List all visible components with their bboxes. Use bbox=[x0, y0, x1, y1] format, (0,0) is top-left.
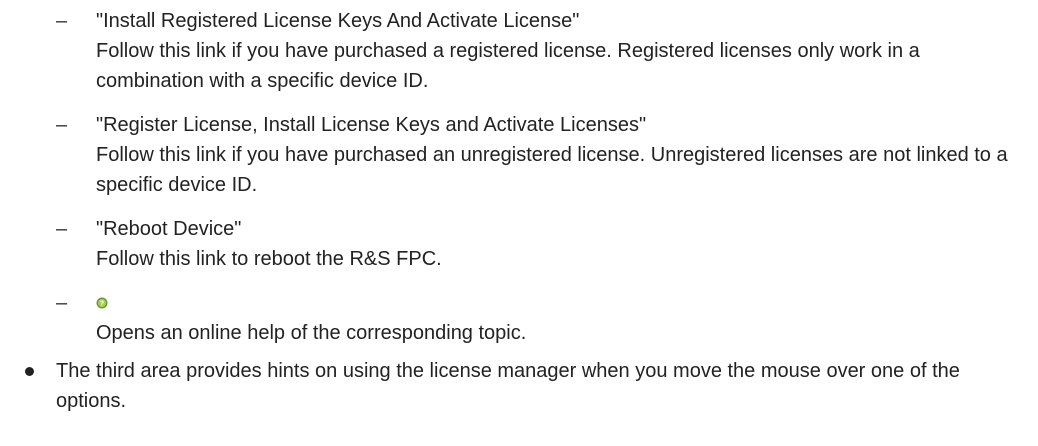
list-item-body: "Install Registered License Keys And Act… bbox=[96, 6, 1026, 96]
dash-marker: – bbox=[56, 10, 68, 32]
link-options-list: – "Install Registered License Keys And A… bbox=[56, 6, 1026, 362]
list-item-body: ? Opens an online help of the correspond… bbox=[96, 288, 1026, 348]
help-icon: ? bbox=[96, 297, 108, 309]
item-title: "Install Registered License Keys And Act… bbox=[96, 10, 580, 32]
bullet-item: The third area provides hints on using t… bbox=[0, 356, 1030, 416]
item-title: "Reboot Device" bbox=[96, 218, 242, 240]
list-item-body: "Reboot Device" Follow this link to rebo… bbox=[96, 214, 1026, 274]
document-page: – "Install Registered License Keys And A… bbox=[0, 0, 1038, 446]
bullet-dot bbox=[25, 367, 34, 376]
list-item: – ? Opens an online help of the correspo… bbox=[56, 288, 1026, 348]
list-item: – "Install Registered License Keys And A… bbox=[56, 6, 1026, 96]
list-item: – "Reboot Device" Follow this link to re… bbox=[56, 214, 1026, 274]
bullet-text: The third area provides hints on using t… bbox=[56, 360, 960, 412]
dash-marker: – bbox=[56, 114, 68, 136]
list-item-body: "Register License, Install License Keys … bbox=[96, 110, 1026, 200]
list-item: – "Register License, Install License Key… bbox=[56, 110, 1026, 200]
svg-text:?: ? bbox=[100, 301, 104, 308]
item-description: Follow this link if you have purchased a… bbox=[96, 144, 1008, 196]
bullet-marker bbox=[0, 356, 56, 386]
dash-marker: – bbox=[56, 218, 68, 240]
dash-marker: – bbox=[56, 292, 68, 314]
item-icon-row: ? bbox=[96, 288, 1026, 318]
item-description: Opens an online help of the correspondin… bbox=[96, 322, 527, 344]
item-description: Follow this link to reboot the R&S FPC. bbox=[96, 248, 442, 270]
item-description: Follow this link if you have purchased a… bbox=[96, 40, 920, 92]
item-title: "Register License, Install License Keys … bbox=[96, 114, 647, 136]
